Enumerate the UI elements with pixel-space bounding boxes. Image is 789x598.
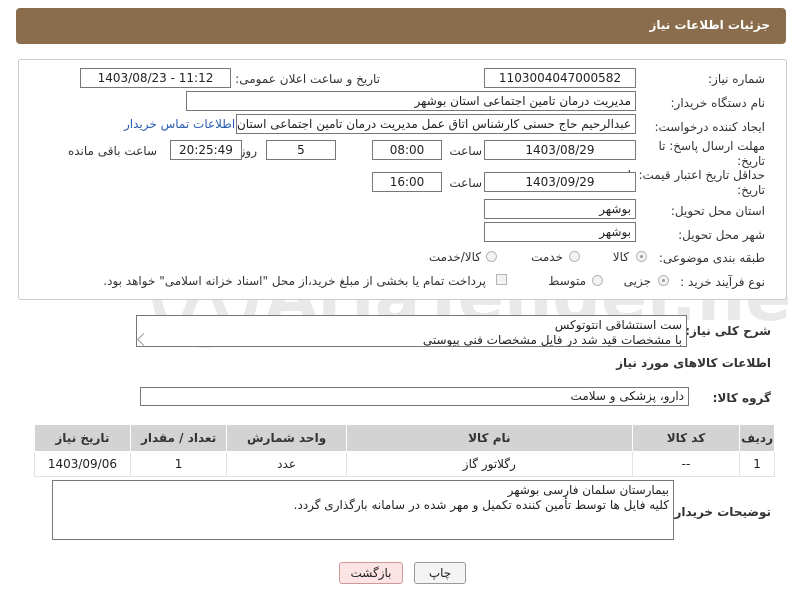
goods-table-header: ردیف کد کالا نام کالا واحد شمارش تعداد /… [34,424,775,452]
table-row[interactable]: 1 -- رگلاتور گاز عدد 1 1403/09/06 [34,451,775,477]
reply-deadline-date-field[interactable]: 1403/08/29 [484,140,636,160]
description-label: شرح کلی نیاز: [685,324,771,338]
remaining-time-field[interactable]: 20:25:49 [170,140,242,160]
goods-table-wrapper: ردیف کد کالا نام کالا واحد شمارش تعداد /… [34,424,775,477]
page-title: جزئیات اطلاعات نیاز [649,18,770,32]
purchase-option-minor: جزیی [623,274,651,288]
buyer-notes-textarea[interactable]: بیمارستان سلمان فارسی بوشهر کلیه فایل ها… [52,480,674,540]
col-header-quantity: تعداد / مقدار [129,424,228,452]
reply-deadline-label-line2: تاریخ: [737,154,765,168]
cell-unit: عدد [226,451,347,477]
col-header-unit: واحد شمارش [226,424,347,452]
cell-row-number: 1 [739,451,775,477]
description-textarea[interactable]: ست اسنتشاقی انتوتوکس با مشخصات قید شد در… [136,315,687,347]
remaining-time-label: ساعت باقی مانده [67,144,157,158]
announce-datetime-field[interactable]: 1403/08/23 - 11:12 [80,68,231,88]
goods-group-label: گروه کالا: [712,391,771,405]
buyer-notes-line-1: بیمارستان سلمان فارسی بوشهر [507,483,669,497]
category-option-goods-service: کالا/خدمت [428,250,481,264]
need-number-field[interactable]: 1103004047000582 [484,68,636,88]
goods-section-title: اطلاعات کالاهای مورد نیاز [616,356,771,370]
back-button[interactable]: بازگشت [339,562,403,584]
buyer-notes-line-2: کلیه فایل ها توسط تأمین کننده تکمیل و مه… [293,498,669,512]
print-button[interactable]: چاپ [414,562,466,584]
category-option-service: خدمت [531,250,563,264]
cell-need-date: 1403/09/06 [34,451,131,477]
delivery-province-label: استان محل تحویل: [670,204,765,218]
treasury-payment-checkbox[interactable] [496,274,507,285]
delivery-city-field[interactable]: بوشهر [484,222,636,242]
col-header-goods-name: نام کالا [345,424,633,452]
price-validity-date-field[interactable]: 1403/09/29 [484,172,636,192]
description-line-2: با مشخصات قید شد در فایل مشخصات فنی پیوس… [422,333,682,347]
price-validity-label-line1: حداقل تاریخ اعتبار قیمت: تا [627,168,765,182]
goods-table: ردیف کد کالا نام کالا واحد شمارش تعداد /… [34,424,775,477]
cell-goods-code: -- [631,451,741,477]
purchase-option-medium: متوسط [548,274,586,288]
category-radio-goods-service[interactable] [486,251,497,262]
delivery-city-label: شهر محل تحویل: [678,228,765,242]
reply-deadline-time-field[interactable]: 08:00 [372,140,442,160]
category-radio-service[interactable] [569,251,580,262]
goods-group-field[interactable]: دارو، پزشکی و سلامت [140,387,689,406]
price-validity-time-label: ساعت [449,176,482,190]
category-radio-goods[interactable] [636,251,647,262]
category-label: طبقه بندی موضوعی: [658,251,765,265]
col-header-row-number: ردیف [739,424,775,452]
purchase-radio-medium[interactable] [592,275,603,286]
col-header-goods-code: کد کالا [631,424,741,452]
reply-deadline-days-field[interactable]: 5 [266,140,336,160]
creator-label: ایجاد کننده درخواست: [654,120,765,134]
cell-quantity: 1 [129,451,228,477]
buyer-org-field[interactable]: مدیریت درمان تامین اجتماعی استان بوشهر [186,91,636,111]
need-number-label: شماره نیاز: [708,72,765,86]
reply-deadline-label-line1: مهلت ارسال پاسخ: تا [658,139,765,153]
col-header-need-date: تاریخ نیاز [34,424,131,452]
page-header: جزئیات اطلاعات نیاز [16,8,786,44]
category-option-goods: کالا [612,250,629,264]
price-validity-time-field[interactable]: 16:00 [372,172,442,192]
creator-field[interactable]: عبدالرحیم حاج حسنی کارشناس اتاق عمل مدیر… [236,114,636,134]
treasury-payment-note: پرداخت تمام یا بخشی از مبلغ خرید،از محل … [103,274,486,288]
purchase-type-label: نوع فرآیند خرید : [680,275,765,289]
buyer-org-label: نام دستگاه خریدار: [670,96,766,110]
price-validity-label-line2: تاریخ: [737,183,765,197]
announce-label: تاریخ و ساعت اعلان عمومی: [235,72,380,86]
reply-deadline-time-label: ساعت [449,144,482,158]
cell-goods-name: رگلاتور گاز [345,451,633,477]
delivery-province-field[interactable]: بوشهر [484,199,636,219]
buyer-contact-link[interactable]: اطلاعات تماس خریدار [124,117,235,131]
description-line-1: ست اسنتشاقی انتوتوکس [554,318,682,332]
buyer-notes-label: توضیحات خریدار: [669,505,771,519]
purchase-radio-minor[interactable] [658,275,669,286]
